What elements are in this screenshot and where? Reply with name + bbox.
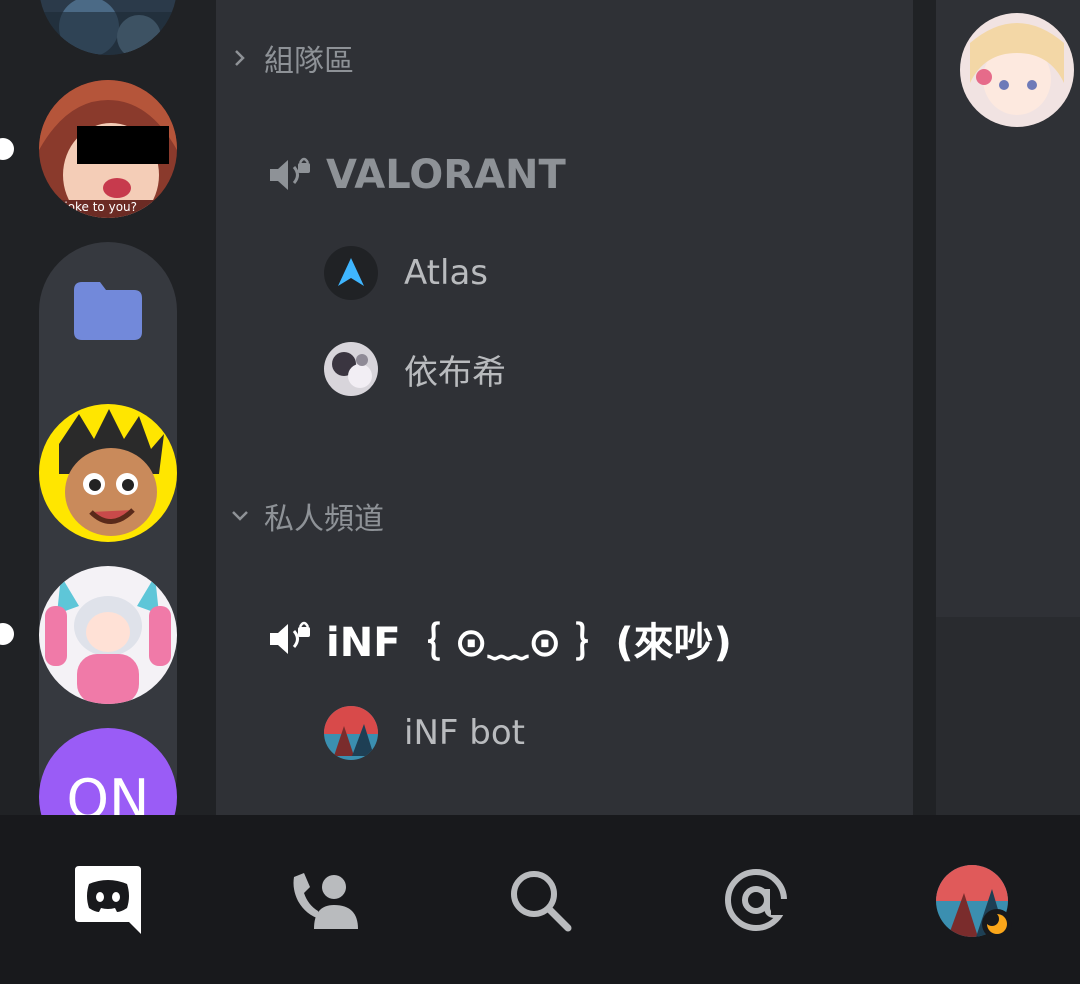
chevron-right-icon (235, 50, 245, 66)
tab-search[interactable] (505, 865, 575, 935)
member-name: 依布希 (404, 352, 506, 393)
server-avatar-caption: lioke to you? (61, 200, 138, 214)
member-name: Atlas (404, 253, 488, 293)
at-icon (725, 869, 789, 931)
bot-avatar (324, 706, 378, 760)
voice-channel-valorant[interactable]: VALORANT (268, 152, 566, 198)
tab-home[interactable] (73, 865, 143, 935)
server-rail: lioke to you? ON (0, 0, 216, 815)
category-組隊區[interactable]: 組隊區 (230, 36, 354, 80)
chevron-down-icon (232, 511, 248, 521)
server-avatar-3[interactable] (39, 404, 177, 542)
voice-member[interactable]: Atlas (324, 246, 488, 300)
friends-icon (293, 873, 358, 929)
category-私人頻道[interactable]: 私人頻道 (230, 494, 384, 538)
unread-indicator (0, 138, 14, 160)
server-avatar-4[interactable] (39, 566, 177, 704)
voice-channel-inf[interactable]: iNF｛ ⊙﹏⊙ ｝(來吵) (268, 610, 732, 668)
server-avatar-on-label: ON (66, 768, 150, 815)
atlas-logo-icon (324, 246, 378, 300)
panel-divider (913, 0, 936, 815)
tab-profile[interactable] (936, 865, 1012, 939)
channel-list: 組隊區 VALORANT Atlas 依布希 私人頻道 iNF｛ ⊙﹏⊙ ｝(來… (216, 0, 913, 815)
discord-logo-icon (75, 866, 141, 934)
server-avatar-1[interactable] (39, 0, 177, 55)
locked-speaker-icon (270, 621, 310, 654)
search-icon (511, 871, 572, 932)
server-avatar-2[interactable]: lioke to you? (39, 80, 177, 218)
idle-status-icon (982, 909, 1012, 939)
voice-channel-name: VALORANT (326, 152, 566, 198)
voice-channel-name: iNF｛ ⊙﹏⊙ ｝(來吵) (326, 620, 732, 666)
member-name: iNF bot (404, 713, 525, 753)
locked-speaker-icon (270, 157, 310, 190)
right-panel-lower (936, 617, 1080, 815)
user-avatar[interactable] (960, 13, 1074, 127)
bottom-nav (0, 815, 1080, 984)
voice-member[interactable]: iNF bot (324, 706, 525, 760)
tab-mentions[interactable] (721, 865, 791, 935)
folder-icon[interactable] (74, 282, 142, 340)
voice-member[interactable]: 依布希 (324, 342, 506, 396)
category-label: 私人頻道 (264, 502, 384, 537)
unread-indicator (0, 623, 14, 645)
tab-friends[interactable] (290, 865, 360, 935)
category-label: 組隊區 (264, 44, 354, 79)
user-avatar (324, 342, 378, 396)
